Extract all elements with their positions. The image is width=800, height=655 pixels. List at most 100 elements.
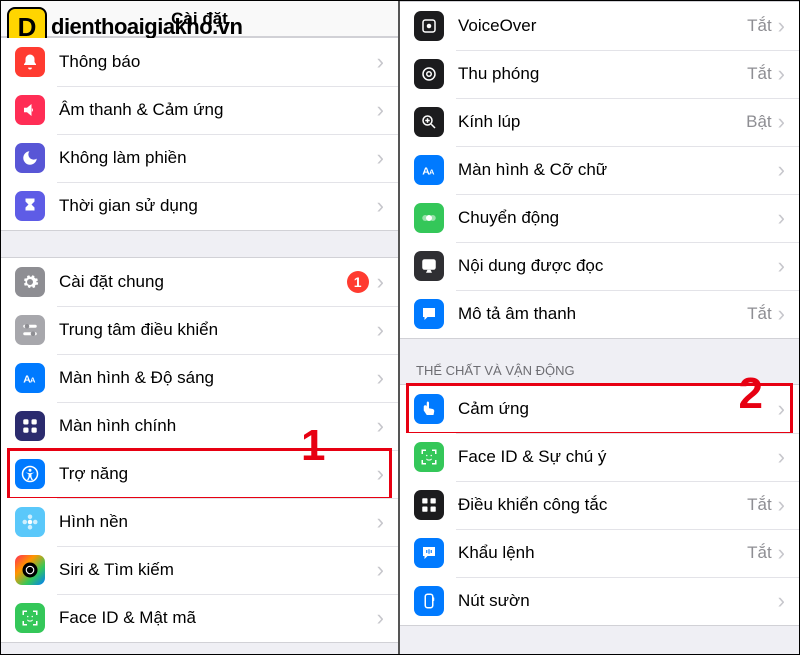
settings-row[interactable]: Thu phóngTắt › (400, 50, 799, 98)
chevron-right-icon: › (377, 463, 384, 485)
settings-row[interactable]: Điều khiển công tắcTắt › (400, 481, 799, 529)
settings-row[interactable]: Cảm ứng› (400, 385, 799, 433)
settings-row[interactable]: Face ID & Mật mã› (1, 594, 398, 642)
speaker-icon (15, 95, 45, 125)
chevron-right-icon: › (377, 367, 384, 389)
row-label: Nút sườn (458, 591, 778, 611)
accessibility-icon (15, 459, 45, 489)
row-label: Hình nền (59, 512, 377, 532)
row-label: Siri & Tìm kiếm (59, 560, 377, 580)
hourglass-icon (15, 191, 45, 221)
chevron-right-icon: › (778, 159, 785, 181)
row-value: Tắt (747, 64, 772, 84)
chevron-right-icon: › (377, 99, 384, 121)
settings-row[interactable]: Thời gian sử dụng› (1, 182, 398, 230)
row-label: Chuyển động (458, 208, 778, 228)
chevron-right-icon: › (778, 255, 785, 277)
row-label: Trợ năng (59, 464, 377, 484)
chevron-right-icon: › (377, 147, 384, 169)
row-label: Không làm phiền (59, 148, 377, 168)
row-label: Điều khiển công tắc (458, 495, 747, 515)
row-label: Face ID & Sự chú ý (458, 447, 778, 467)
settings-row[interactable]: AA Màn hình & Cỡ chữ› (400, 146, 799, 194)
settings-row[interactable]: Cài đặt chung1› (1, 258, 398, 306)
settings-group: Cài đặt chung1›Trung tâm điều khiển› AA Mà… (1, 257, 398, 643)
bubble-icon (414, 299, 444, 329)
row-label: Thu phóng (458, 64, 747, 84)
zoom-icon (414, 59, 444, 89)
settings-row[interactable]: Mô tả âm thanhTắt› (400, 290, 799, 338)
chevron-right-icon: › (377, 415, 384, 437)
row-label: Màn hình & Cỡ chữ (458, 160, 778, 180)
row-value: Tắt (747, 495, 772, 515)
settings-row[interactable]: Thông báo› (1, 38, 398, 86)
settings-left-pane: Cài đặt D dienthoaigiakho.vn Thông báo›Â… (1, 1, 400, 654)
faceid-icon (414, 442, 444, 472)
settings-right-pane: VoiceOverTắt›Thu phóngTắt›Kính lúpBật›AA… (400, 1, 799, 654)
gear-icon (15, 267, 45, 297)
settings-row[interactable]: Màn hình chính› (1, 402, 398, 450)
chevron-right-icon: › (778, 398, 785, 420)
chevron-right-icon: › (778, 303, 785, 325)
row-label: Mô tả âm thanh (458, 304, 747, 324)
row-label: Thời gian sử dụng (59, 196, 377, 216)
settings-row[interactable]: Không làm phiền› (1, 134, 398, 182)
row-label: Face ID & Mật mã (59, 608, 377, 628)
siri-icon (15, 555, 45, 585)
settings-row[interactable]: Kính lúpBật › (400, 98, 799, 146)
row-label: Nội dung được đọc (458, 256, 778, 276)
settings-row[interactable]: Hình nền› (1, 498, 398, 546)
chevron-right-icon: › (778, 63, 785, 85)
settings-row[interactable]: Chuyển động› (400, 194, 799, 242)
settings-group: Cảm ứng›Face ID & Sự chú ý›Điều khiển cô… (400, 384, 799, 626)
textsize-icon: AA (414, 155, 444, 185)
chevron-right-icon: › (778, 207, 785, 229)
row-label: Thông báo (59, 52, 377, 72)
switchctrl-icon (414, 490, 444, 520)
settings-row[interactable]: Trung tâm điều khiển› (1, 306, 398, 354)
speech-icon (414, 251, 444, 281)
svg-text:A: A (30, 376, 36, 385)
chevron-right-icon: › (377, 607, 384, 629)
chevron-right-icon: › (377, 195, 384, 217)
settings-group: VoiceOverTắt›Thu phóngTắt›Kính lúpBật›AA… (400, 1, 799, 339)
flower-icon (15, 507, 45, 537)
row-value: Tắt (747, 543, 772, 563)
section-header: THỂ CHẤT VÀ VẬN ĐỘNG (400, 339, 799, 384)
row-label: Cảm ứng (458, 399, 778, 419)
settings-row[interactable]: AA Màn hình & Độ sáng› (1, 354, 398, 402)
textsize-icon: AA (15, 363, 45, 393)
settings-row[interactable]: Nội dung được đọc› (400, 242, 799, 290)
row-label: Kính lúp (458, 112, 746, 132)
row-value: Bật (746, 112, 772, 132)
chevron-right-icon: › (377, 559, 384, 581)
apps-icon (15, 411, 45, 441)
settings-row[interactable]: Nút sườn› (400, 577, 799, 625)
row-label: Cài đặt chung (59, 272, 347, 292)
chevron-right-icon: › (778, 446, 785, 468)
settings-row[interactable]: Face ID & Sự chú ý› (400, 433, 799, 481)
chevron-right-icon: › (778, 494, 785, 516)
row-label: Màn hình & Độ sáng (59, 368, 377, 388)
chevron-right-icon: › (778, 111, 785, 133)
row-value: Tắt (747, 16, 772, 36)
settings-group: Thông báo›Âm thanh & Cảm ứng›Không làm p… (1, 37, 398, 231)
touch-icon (414, 394, 444, 424)
row-label: Màn hình chính (59, 416, 377, 436)
bell-icon (15, 47, 45, 77)
settings-row[interactable]: Trợ năng› (1, 450, 398, 498)
chevron-right-icon: › (778, 590, 785, 612)
chevron-right-icon: › (377, 271, 384, 293)
row-label: VoiceOver (458, 16, 747, 36)
side-icon (414, 586, 444, 616)
settings-row[interactable]: Khẩu lệnhTắt› (400, 529, 799, 577)
voicectrl-icon (414, 538, 444, 568)
chevron-right-icon: › (778, 542, 785, 564)
voiceover-icon (414, 11, 444, 41)
brand-text: dienthoaigiakho.vn (51, 14, 242, 40)
settings-row[interactable]: Âm thanh & Cảm ứng› (1, 86, 398, 134)
settings-row[interactable]: Siri & Tìm kiếm› (1, 546, 398, 594)
chevron-right-icon: › (377, 511, 384, 533)
settings-row[interactable]: VoiceOverTắt› (400, 2, 799, 50)
row-label: Âm thanh & Cảm ứng (59, 100, 377, 120)
